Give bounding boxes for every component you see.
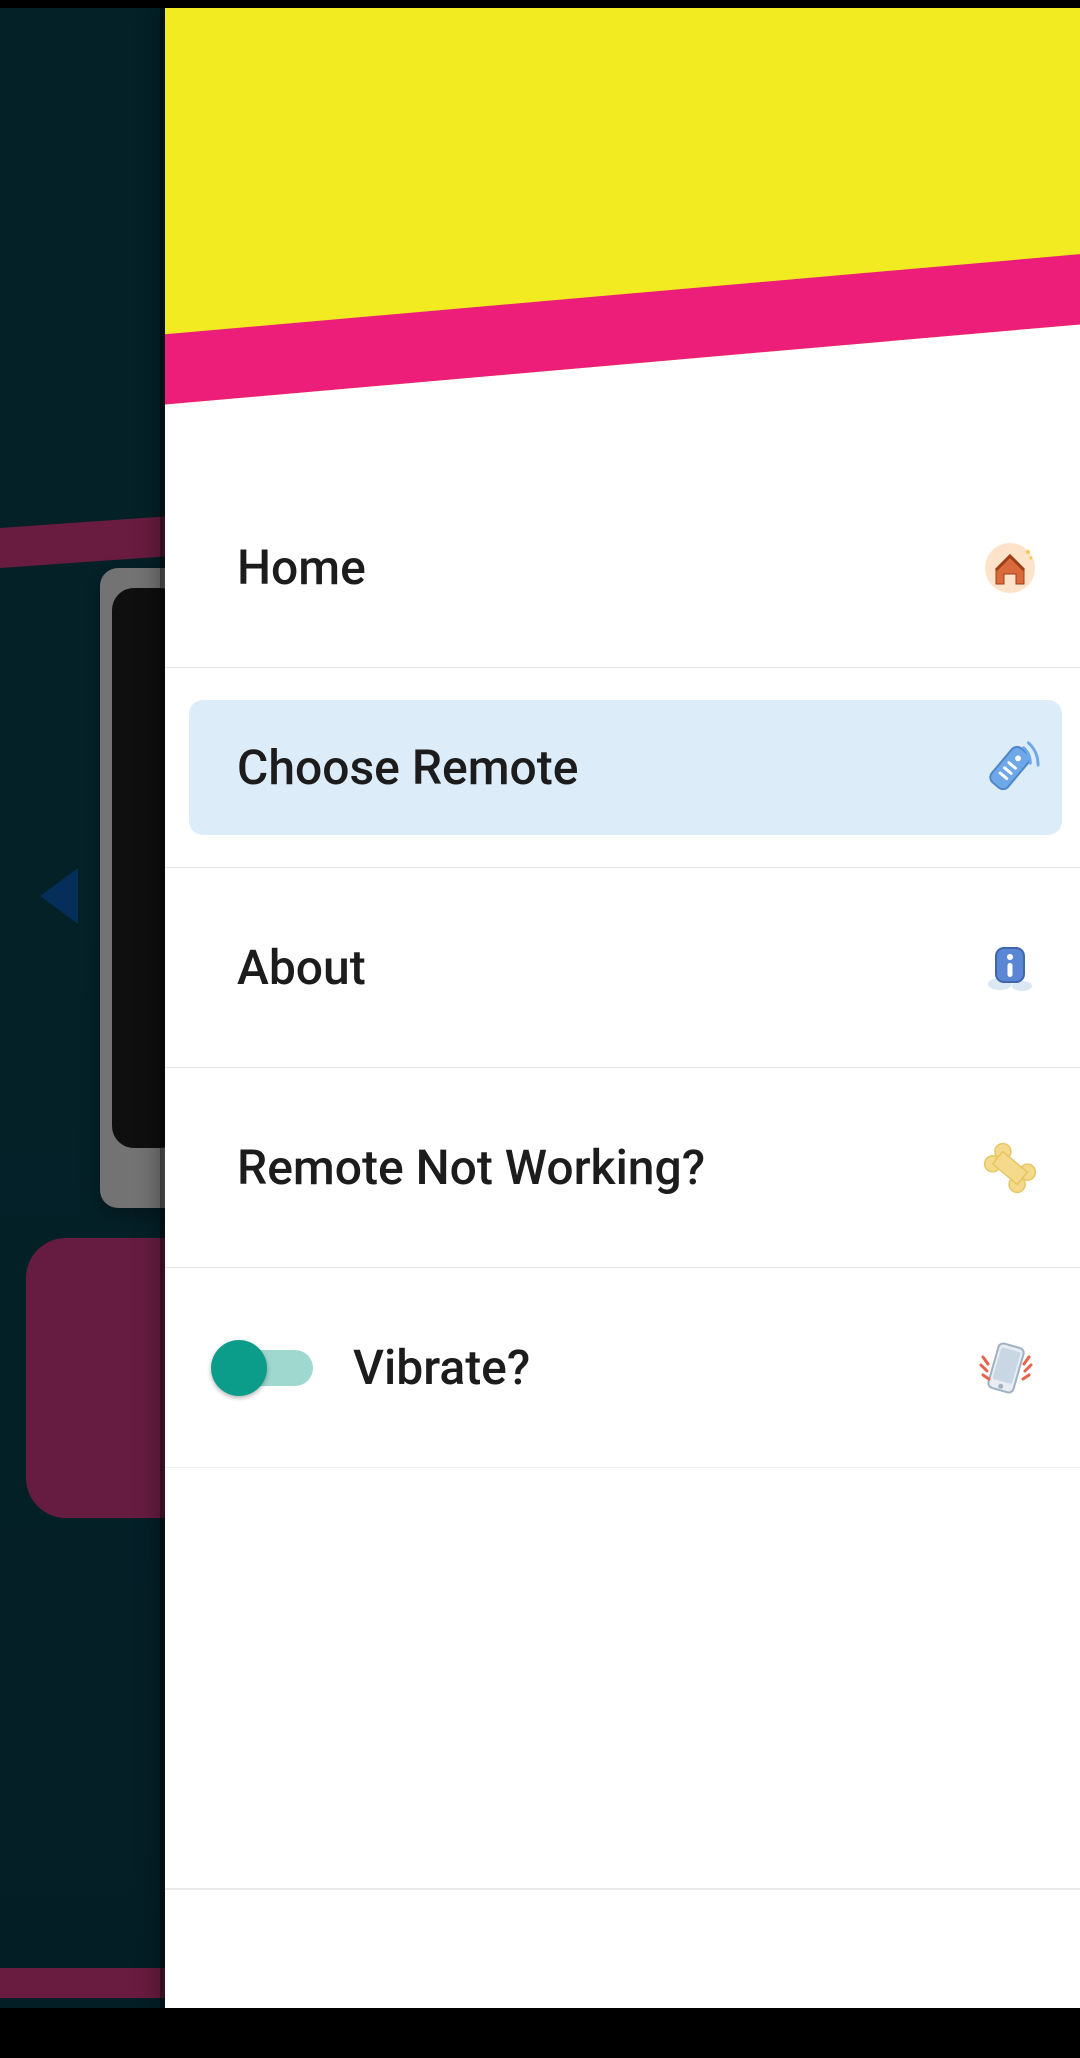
nav-drawer: Home Choose Remote xyxy=(165,8,1080,2008)
remote-icon xyxy=(980,738,1040,798)
drawer-header xyxy=(165,8,1080,468)
bone-icon xyxy=(980,1138,1040,1198)
menu-item-about[interactable]: About xyxy=(165,868,1080,1068)
toggle-knob xyxy=(211,1340,267,1396)
letterbox-top xyxy=(0,0,1080,8)
app-screen: Yo Home xyxy=(0,8,1080,2008)
menu-item-choose-remote[interactable]: Choose Remote xyxy=(165,668,1080,868)
home-icon xyxy=(980,538,1040,598)
vibrate-phone-icon xyxy=(972,1334,1040,1402)
menu-item-label: Remote Not Working? xyxy=(237,1139,705,1196)
menu-item-label: About xyxy=(237,939,366,996)
menu-item-vibrate: Vibrate? xyxy=(165,1268,1080,1468)
menu-item-label: Choose Remote xyxy=(237,739,578,796)
menu-item-label: Home xyxy=(237,539,366,596)
drawer-menu-list: Home Choose Remote xyxy=(165,468,1080,2008)
vibrate-toggle[interactable] xyxy=(213,1342,313,1394)
drawer-bottom-divider xyxy=(165,1888,1080,2008)
menu-item-home[interactable]: Home xyxy=(165,468,1080,668)
menu-item-remote-not-working[interactable]: Remote Not Working? xyxy=(165,1068,1080,1268)
letterbox-bottom xyxy=(0,2008,1080,2058)
info-icon xyxy=(980,938,1040,998)
vibrate-label: Vibrate? xyxy=(353,1339,932,1396)
